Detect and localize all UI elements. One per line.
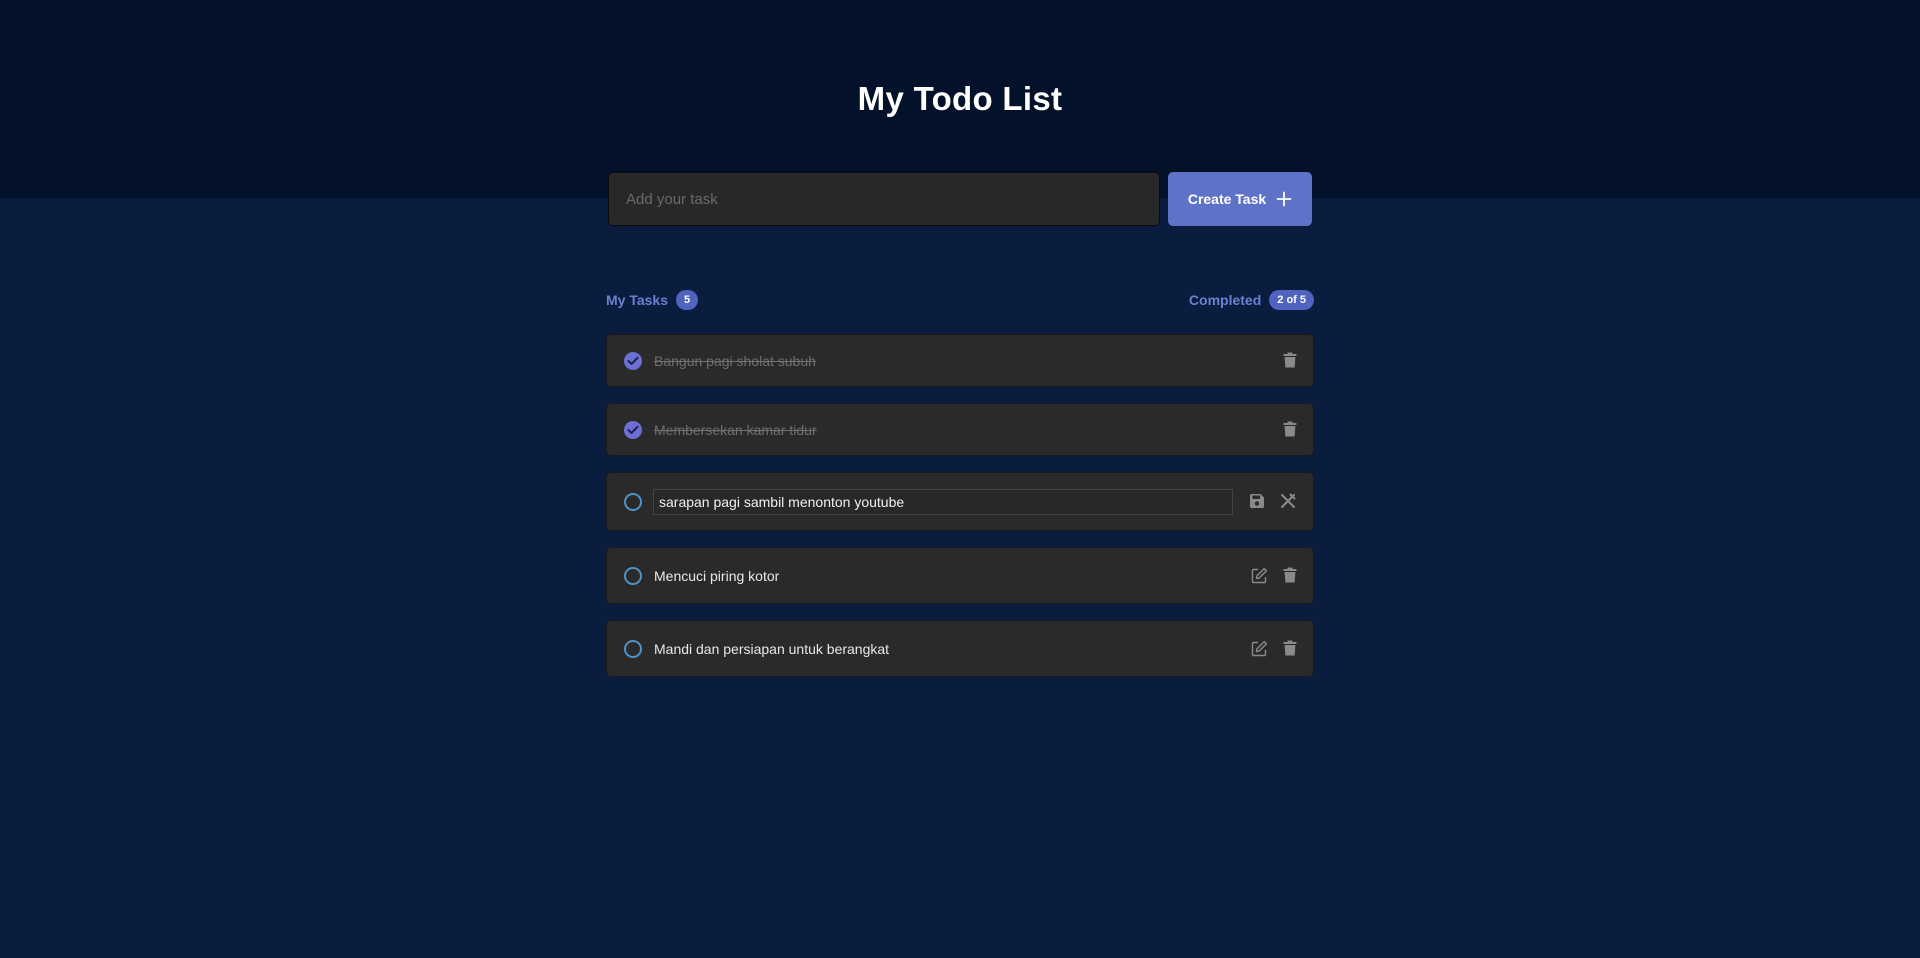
task-text: Bangun pagi sholat subuh [654,353,816,369]
delete-task-button[interactable] [1280,565,1300,585]
create-task-label: Create Task [1187,191,1267,207]
my-tasks-label: My Tasks [606,292,668,308]
task-checkbox[interactable] [624,567,642,585]
delete-task-button[interactable] [1280,638,1300,658]
task-checkbox[interactable] [624,493,642,511]
trash-icon [1283,567,1297,583]
task-item: Mandi dan persiapan untuk berangkat [606,620,1314,677]
task-stats: My Tasks 5 Completed 2 of 5 [606,289,1314,311]
edit-icon [1251,640,1267,656]
task-checkbox-checked[interactable] [624,421,642,439]
create-task-button[interactable]: Create Task [1168,172,1312,226]
checkmark-icon [627,356,639,365]
trash-icon [1283,640,1297,656]
task-text: Mandi dan persiapan untuk berangkat [654,641,890,657]
plus-icon [1276,191,1292,207]
completed-label: Completed [1188,292,1262,308]
trash-icon [1283,352,1297,368]
todo-app: My Todo List Create Task My Tasks 5 Comp… [0,0,1920,958]
delete-task-button[interactable] [1280,419,1300,439]
edit-task-button[interactable] [1249,565,1269,585]
edit-task-button[interactable] [1249,638,1269,658]
task-text: Mencuci piring kotor [654,568,780,584]
task-text: Membersekan kamar tidur [654,422,817,438]
checkmark-icon [627,425,639,434]
completed-stat: Completed 2 of 5 [1189,289,1314,311]
page-title: My Todo List [857,80,1063,117]
task-item-editing [606,472,1314,531]
task-item: Mencuci piring kotor [606,547,1314,604]
cancel-edit-button[interactable] [1278,491,1298,511]
save-icon [1250,494,1264,508]
edit-task-input[interactable] [653,489,1233,515]
task-item: Membersekan kamar tidur [606,403,1314,456]
delete-task-button[interactable] [1280,350,1300,370]
add-task-form: Create Task [608,172,1312,226]
task-item: Bangun pagi sholat subuh [606,334,1314,387]
cancel-edit-icon [1281,493,1296,508]
my-tasks-stat: My Tasks 5 [606,289,699,311]
trash-icon [1283,421,1297,437]
add-task-input[interactable] [608,172,1160,226]
save-task-button[interactable] [1247,491,1267,511]
task-checkbox[interactable] [624,640,642,658]
tasks-count-badge: 5 [676,290,699,310]
completed-count-badge: 2 of 5 [1269,290,1314,310]
edit-icon [1251,567,1267,583]
task-checkbox-checked[interactable] [624,352,642,370]
